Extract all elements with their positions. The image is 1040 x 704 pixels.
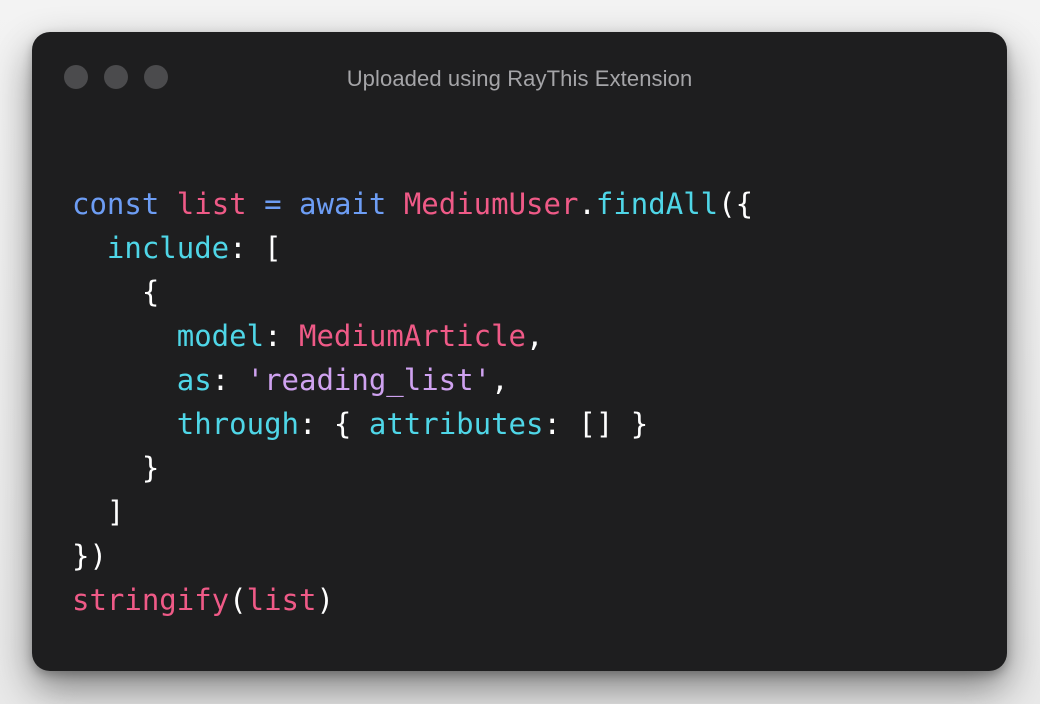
code-token: through: [176, 407, 299, 441]
code-token: await: [299, 187, 387, 221]
code-token: attributes: [368, 407, 544, 441]
code-token: list: [176, 187, 247, 221]
code-token: list: [246, 583, 317, 617]
code-token: }: [630, 407, 649, 441]
code-token: [: [264, 231, 282, 265]
code-token: :: [543, 407, 561, 441]
code-token: (: [229, 583, 247, 617]
code-line-10: stringify(list): [72, 578, 753, 622]
window-title: Uploaded using RayThis Extension: [346, 66, 693, 91]
code-line-1: const list = await MediumUser.findAll({: [72, 182, 753, 226]
code-token: {: [141, 275, 160, 309]
code-token: ): [316, 583, 334, 617]
code-token: :: [298, 407, 317, 441]
code-token: }: [141, 451, 160, 485]
code-token: as: [176, 363, 212, 397]
code-token: []: [578, 407, 614, 441]
code-token: MediumArticle: [299, 319, 526, 353]
code-token: :: [211, 363, 230, 397]
code-token: 'reading_list': [246, 363, 492, 397]
code-window: Uploaded using RayThis Extension const l…: [32, 32, 1007, 671]
code-line-7: }: [72, 446, 753, 490]
code-line-6: through: { attributes: [] }: [72, 402, 753, 446]
code-line-9: }): [72, 534, 753, 578]
code-line-3: {: [72, 270, 753, 314]
code-token: model: [176, 319, 265, 353]
code-line-8: ]: [72, 490, 753, 534]
code-token: {: [333, 407, 352, 441]
code-token: :: [264, 319, 282, 353]
code-line-4: model: MediumArticle,: [72, 314, 753, 358]
code-token: MediumUser: [403, 187, 579, 221]
code-token: =: [264, 187, 282, 221]
code-token: const: [72, 187, 160, 221]
code-line-5: as: 'reading_list',: [72, 358, 753, 402]
code-token: findAll: [595, 187, 719, 221]
code-token: ,: [491, 363, 509, 397]
code-token: ]: [106, 495, 125, 529]
code-block: const list = await MediumUser.findAll({ …: [72, 182, 753, 622]
code-line-2: include: [: [72, 226, 753, 270]
code-token: ,: [526, 319, 544, 353]
code-token: }): [72, 539, 107, 573]
code-token: :: [229, 231, 247, 265]
code-token: .: [578, 187, 596, 221]
code-token: ({: [718, 187, 754, 221]
code-token: stringify: [72, 583, 230, 617]
code-token: include: [106, 231, 230, 265]
title-bar: Uploaded using RayThis Extension: [32, 32, 1007, 122]
